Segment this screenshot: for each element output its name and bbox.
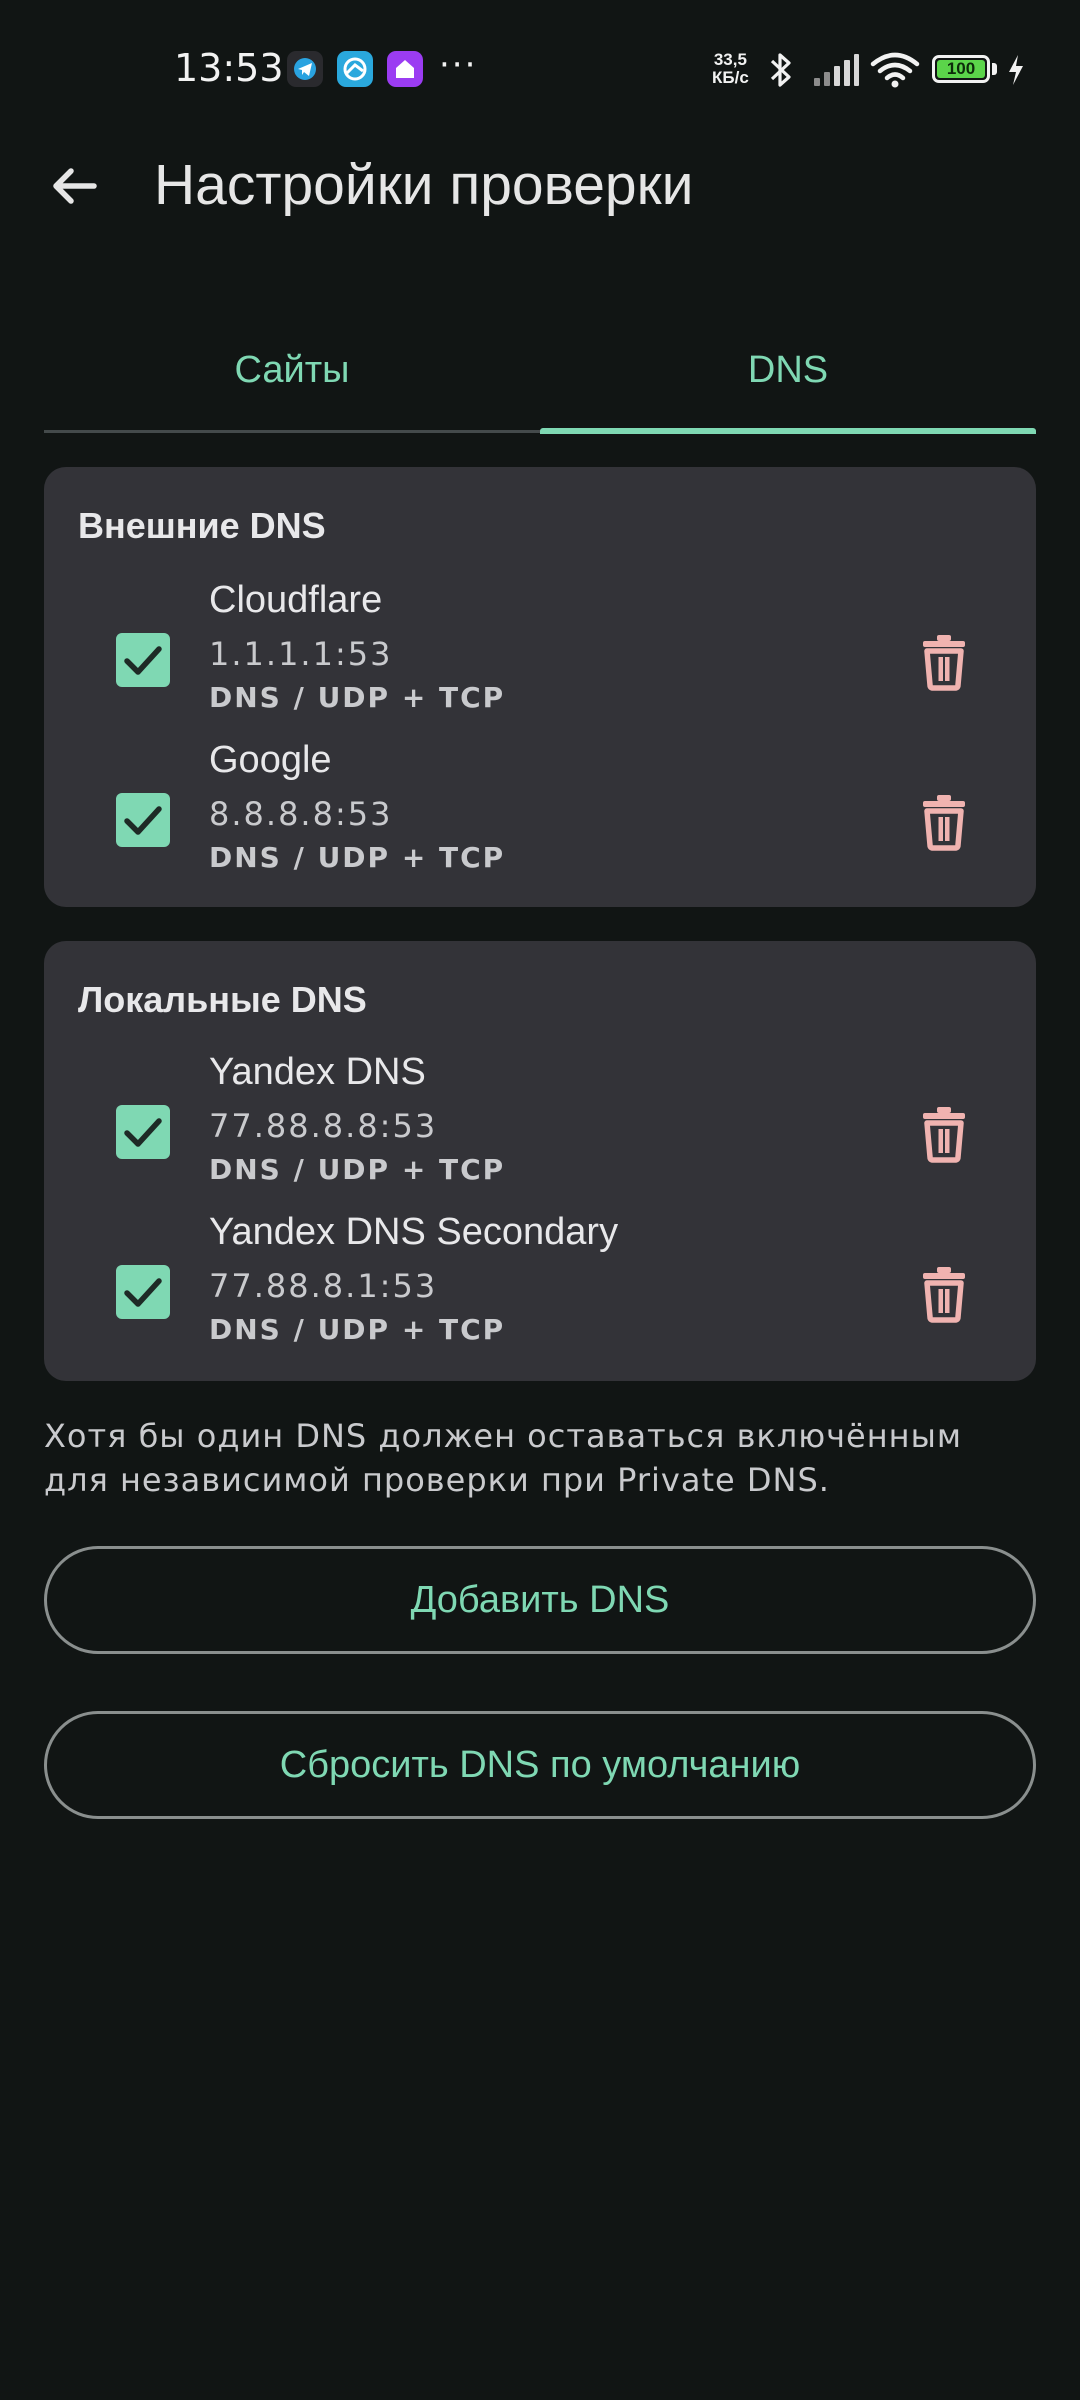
reset-dns-button[interactable]: Сбросить DNS по умолчанию — [44, 1711, 1036, 1819]
dns-item: Yandex DNS Secondary 77.88.8.1:53 DNS / … — [44, 1211, 1036, 1351]
dns-address: 77.88.8.1:53 — [209, 1267, 438, 1305]
status-bar: 13:53 ··· 33,5 КБ/с 100 — [0, 0, 1080, 140]
telegram-icon — [287, 51, 323, 87]
vpn-icon — [337, 51, 373, 87]
net-speed-unit: КБ/с — [712, 68, 749, 87]
dns-name: Yandex DNS — [209, 1051, 426, 1093]
battery-tip — [992, 63, 997, 75]
dns-name: Cloudflare — [209, 579, 383, 621]
charging-icon — [1006, 54, 1026, 91]
dns-hint-text: Хотя бы один DNS должен оставаться включ… — [44, 1417, 962, 1499]
check-icon — [124, 646, 162, 675]
net-speed: 33,5 КБ/с — [712, 51, 749, 87]
net-speed-value: 33,5 — [713, 50, 747, 69]
dns-address: 8.8.8.8:53 — [209, 795, 393, 833]
arrow-left-icon — [53, 168, 97, 204]
trash-icon — [923, 795, 965, 851]
trash-icon — [923, 1267, 965, 1323]
delete-button[interactable] — [914, 1101, 974, 1165]
section-title: Внешние DNS — [78, 505, 326, 546]
battery-level: 100 — [937, 60, 985, 78]
dns-checkbox[interactable] — [116, 633, 170, 687]
dns-protocol: DNS / UDP + TCP — [209, 681, 506, 714]
delete-button[interactable] — [914, 1261, 974, 1325]
dns-protocol: DNS / UDP + TCP — [209, 1313, 506, 1346]
dns-checkbox[interactable] — [116, 793, 170, 847]
dns-item: Cloudflare 1.1.1.1:53 DNS / UDP + TCP — [44, 579, 1036, 719]
dns-protocol: DNS / UDP + TCP — [209, 841, 506, 874]
delete-button[interactable] — [914, 629, 974, 693]
dns-protocol: DNS / UDP + TCP — [209, 1153, 506, 1186]
external-dns-card: Внешние DNS Cloudflare 1.1.1.1:53 DNS / … — [44, 467, 1036, 907]
signal-icon — [812, 52, 860, 93]
check-icon — [124, 806, 162, 835]
add-dns-button[interactable]: Добавить DNS — [44, 1546, 1036, 1654]
more-dots-icon: ··· — [439, 45, 478, 85]
bluetooth-icon — [764, 50, 798, 95]
dns-item: Google 8.8.8.8:53 DNS / UDP + TCP — [44, 739, 1036, 879]
check-icon — [124, 1118, 162, 1147]
dns-checkbox[interactable] — [116, 1105, 170, 1159]
trash-icon — [923, 635, 965, 691]
trash-icon — [923, 1107, 965, 1163]
section-title: Локальные DNS — [78, 979, 367, 1020]
battery-icon: 100 — [932, 55, 990, 83]
status-time: 13:53 — [174, 46, 284, 90]
dns-address: 77.88.8.8:53 — [209, 1107, 438, 1145]
dns-name: Google — [209, 739, 332, 781]
local-dns-card: Локальные DNS Yandex DNS 77.88.8.8:53 DN… — [44, 941, 1036, 1381]
delete-button[interactable] — [914, 789, 974, 853]
wifi-icon — [870, 50, 920, 95]
dns-name: Yandex DNS Secondary — [209, 1211, 619, 1253]
tab-indicator — [540, 428, 1036, 434]
dns-item: Yandex DNS 77.88.8.8:53 DNS / UDP + TCP — [44, 1051, 1036, 1191]
home-icon — [387, 51, 423, 87]
back-button[interactable] — [40, 150, 112, 222]
check-icon — [124, 1278, 162, 1307]
tab-bar: Сайты DNS — [44, 310, 1036, 434]
dns-checkbox[interactable] — [116, 1265, 170, 1319]
tab-dns[interactable]: DNS — [540, 310, 1036, 430]
page-title: Настройки проверки — [154, 153, 694, 217]
dns-address: 1.1.1.1:53 — [209, 635, 393, 673]
tab-sites[interactable]: Сайты — [44, 310, 540, 430]
